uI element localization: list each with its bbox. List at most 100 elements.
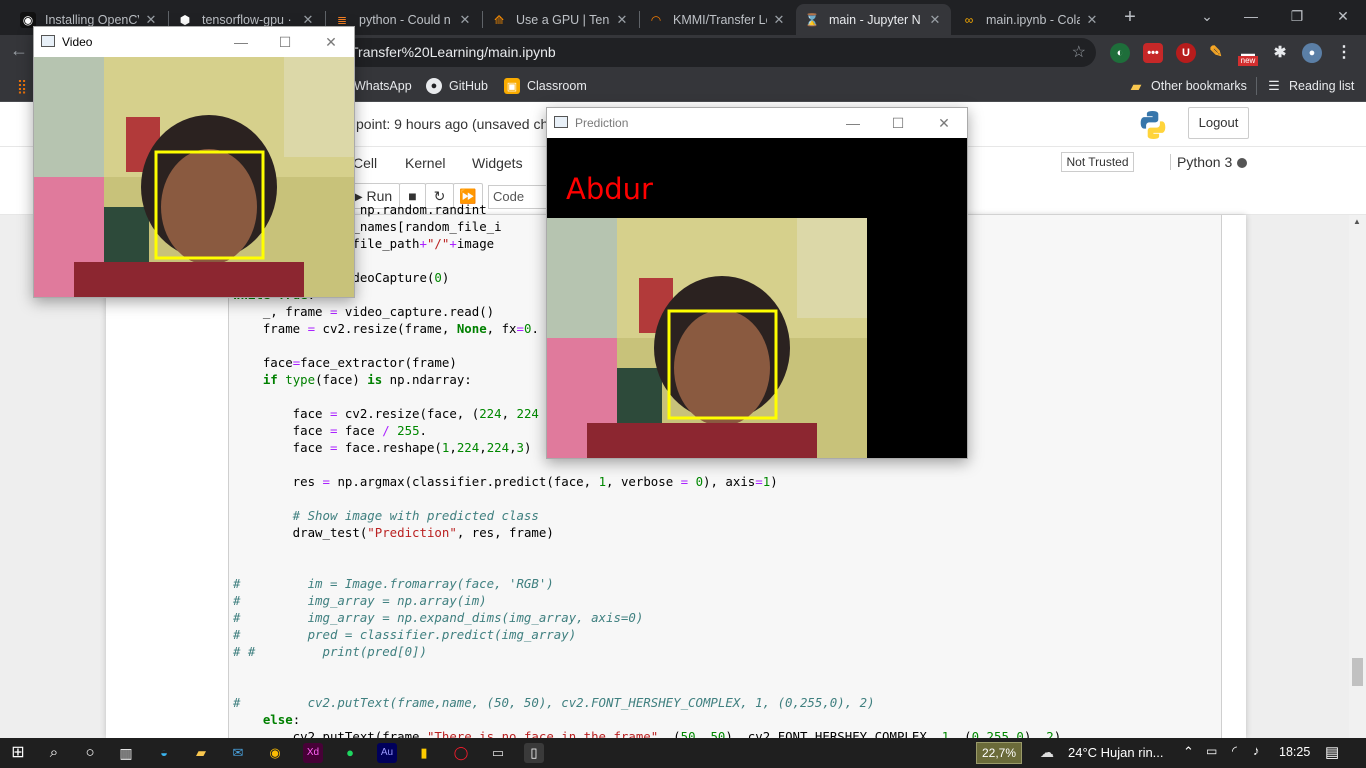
scroll-up-icon[interactable]: ▲ [1353,217,1361,226]
prediction-frame [547,218,867,458]
window-icon [41,35,55,47]
code-line: # Show image with predicted class [233,508,539,523]
tab-search-button[interactable]: ⌄ [1184,0,1230,32]
minimize-button[interactable]: — [1228,0,1274,32]
new-tab-button[interactable]: + [1118,5,1142,29]
tab-title: Use a GPU | Tens [516,12,610,27]
weather-text[interactable]: 24°C Hujan rin... [1068,745,1164,760]
kernel-status-icon [1237,158,1247,168]
menu-widgets[interactable]: Widgets [472,155,523,171]
prediction-canvas: Abdur [547,138,967,458]
scrollbar-thumb[interactable] [1352,658,1363,686]
tab-main-ipynb-colab[interactable]: ∞ main.ipynb - Cola ✕ [953,4,1108,35]
bookmark-star-icon[interactable]: ☆ [1072,38,1086,67]
minimize-button[interactable]: — [230,31,252,53]
other-bookmarks-label: Other bookmarks [1151,79,1247,93]
file-explorer-icon[interactable]: ▰ [191,743,211,763]
adobe-audition-icon[interactable]: Au [377,743,397,763]
minimize-button[interactable]: — [842,112,864,134]
python-logo-icon [1140,111,1166,139]
github-icon: ● [426,78,442,94]
extension-pen-icon[interactable]: ✎ [1206,43,1226,63]
not-trusted-badge[interactable]: Not Trusted [1061,152,1134,172]
bookmark-whatsapp[interactable]: WhatsApp [354,76,412,96]
windows-taskbar: ⊞ ⌕ ○ ▥ ◒ ▰ ✉ ◉ Xd ● Au ▮ ◯ ▭ ▯ 22,7% ☁ … [0,738,1366,768]
notepad-icon[interactable]: ▯ [524,743,544,763]
kernel-name: Python 3 [1170,154,1232,170]
menu-cell[interactable]: Cell [353,155,377,171]
prediction-label: Abdur [566,172,653,206]
extensions-puzzle-icon[interactable]: ✱ [1270,43,1290,63]
clock[interactable]: 18:25 [1279,745,1310,759]
webcam-frame [34,57,354,297]
cortana-icon[interactable]: ○ [80,743,100,763]
tensorflow-icon: ⟰ [493,12,505,27]
restore-button[interactable]: ❐ [1274,0,1320,32]
video-window[interactable]: Video — ☐ ✕ [33,26,355,298]
reading-list-icon: ☰ [1268,78,1280,93]
close-button[interactable]: ✕ [933,112,955,134]
maximize-button[interactable]: ☐ [274,31,296,53]
maximize-button[interactable]: ☐ [887,112,909,134]
battery-icon[interactable]: ▭ [1206,744,1217,758]
tab-main-jupyter[interactable]: ⌛ main - Jupyter N ✕ [796,4,951,35]
code-line: draw_test("Prediction", res, frame) [233,525,554,540]
close-icon[interactable]: ✕ [771,12,787,28]
bookmark-github[interactable]: ● GitHub [426,76,488,96]
extension-shield-icon[interactable]: U [1176,43,1196,63]
close-icon[interactable]: ✕ [614,12,630,28]
adobe-xd-icon[interactable]: Xd [303,743,323,763]
search-icon[interactable]: ⌕ [44,743,64,763]
prediction-window-titlebar[interactable]: Prediction — ☐ ✕ [547,108,967,138]
reading-list-button[interactable]: ☰ Reading list [1266,76,1354,96]
extension-dots-icon[interactable]: ••• [1143,43,1163,63]
more-menu-icon[interactable]: ⋮ [1334,43,1354,63]
vertical-scrollbar[interactable]: ▲ [1349,215,1366,738]
back-arrow-icon[interactable]: ← [10,40,28,61]
bookmark-divider [1256,77,1257,95]
cloud-rain-icon: ☁ [1040,744,1054,760]
other-bookmarks-folder[interactable]: ▰ Other bookmarks [1128,76,1247,96]
terminal-icon[interactable]: ▭ [488,743,508,763]
chrome-icon[interactable]: ◉ [265,743,285,763]
close-button[interactable]: ✕ [320,31,342,53]
code-line: else: [262,712,301,727]
tab-kmmi-transfer-learning[interactable]: ◠ KMMI/Transfer Le ✕ [640,4,795,35]
logout-button[interactable]: Logout [1188,107,1249,139]
windows-start-icon[interactable]: ⊞ [8,743,28,763]
classroom-icon: ▣ [504,78,520,94]
sticky-notes-icon[interactable]: ▮ [414,743,434,763]
address-bar[interactable]: Transfer%20Learning/main.ipynb ☆ [344,38,1096,67]
url-text: Transfer%20Learning/main.ipynb [350,44,556,60]
tab-title: python - Could n [359,12,451,27]
notification-icon[interactable]: ▤ [1325,743,1339,761]
avatar[interactable]: ● [1302,43,1322,63]
mail-icon[interactable]: ✉ [228,743,248,763]
close-icon[interactable]: ✕ [457,12,473,28]
menu-kernel[interactable]: Kernel [405,155,445,171]
hourglass-icon: ⌛ [804,12,820,27]
prediction-window[interactable]: Prediction — ☐ ✕ Abdur [546,107,968,459]
tab-title: main.ipynb - Cola [986,12,1080,27]
spotify-icon[interactable]: ● [340,743,360,763]
extension-globe-icon[interactable]: ◐ [1110,43,1130,63]
volume-icon[interactable]: ♪ [1253,743,1260,758]
video-window-titlebar[interactable]: Video — ☐ ✕ [34,27,354,57]
tray-chevron-icon[interactable]: ⌃ [1183,744,1194,760]
task-view-icon[interactable]: ▥ [116,743,136,763]
checkpoint-status: point: 9 hours ago (unsaved chan [356,116,564,132]
close-icon[interactable]: ✕ [1084,12,1100,28]
edge-icon[interactable]: ◒ [154,743,174,763]
wifi-icon[interactable]: ◜ [1232,743,1237,759]
battery-indicator[interactable]: 22,7% [976,742,1022,764]
tab-title: Installing OpenCV [45,12,139,27]
bookmark-classroom[interactable]: ▣ Classroom [504,76,587,96]
close-icon[interactable]: ✕ [927,12,943,28]
close-browser-button[interactable]: ✕ [1320,0,1366,32]
tab-use-a-gpu[interactable]: ⟰ Use a GPU | Tens ✕ [483,4,638,35]
opera-icon[interactable]: ◯ [451,743,471,763]
code-line: # img_array = np.array(im) [233,593,487,608]
code-line: res = np.argmax(classifier.predict(face,… [233,474,778,489]
